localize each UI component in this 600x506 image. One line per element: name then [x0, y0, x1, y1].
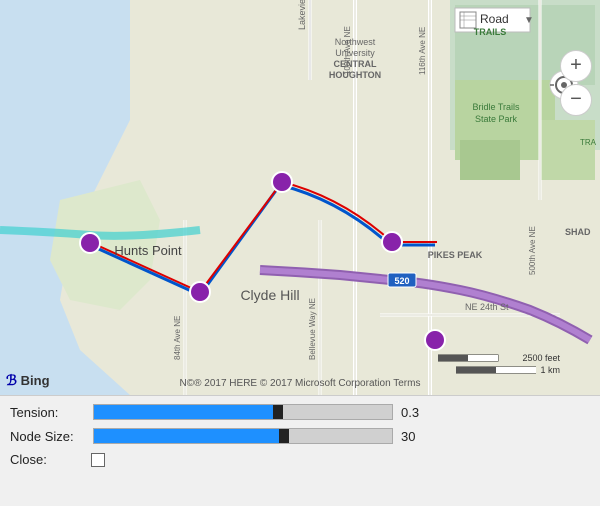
- node-size-label: Node Size:: [10, 429, 85, 444]
- svg-text:HOUGHTON: HOUGHTON: [329, 70, 381, 80]
- zoom-in-button[interactable]: +: [560, 50, 592, 82]
- svg-text:State Park: State Park: [475, 114, 518, 124]
- svg-text:TRAILS: TRAILS: [474, 27, 507, 37]
- svg-text:116th Ave NE: 116th Ave NE: [418, 27, 427, 75]
- svg-text:Clyde Hill: Clyde Hill: [240, 287, 299, 303]
- tension-value: 0.3: [401, 405, 436, 420]
- close-label: Close:: [10, 452, 85, 467]
- node-size-row: Node Size: 30: [10, 428, 590, 444]
- node-size-slider[interactable]: [93, 428, 393, 444]
- bing-logo: ℬ Bing: [6, 372, 50, 389]
- svg-text:Bridle Trails: Bridle Trails: [472, 102, 520, 112]
- svg-text:Road: Road: [480, 12, 509, 26]
- zoom-controls: + −: [560, 50, 592, 116]
- svg-text:520: 520: [394, 276, 409, 286]
- svg-text:Bellevue Way NE: Bellevue Way NE: [308, 298, 317, 360]
- svg-text:Lakeview Dr: Lakeview Dr: [297, 0, 307, 30]
- zoom-out-button[interactable]: −: [560, 84, 592, 116]
- svg-text:University: University: [335, 48, 375, 58]
- svg-text:500th Ave NE: 500th Ave NE: [528, 226, 537, 275]
- bing-label: Bing: [21, 373, 50, 388]
- scale-bar: 2500 feet 1 km: [438, 353, 560, 375]
- copyright-content: N©® 2017 HERE © 2017 Microsoft Corporati…: [180, 378, 421, 389]
- node-size-fill: [94, 429, 279, 443]
- copyright-text: N©® 2017 HERE © 2017 Microsoft Corporati…: [180, 378, 421, 389]
- tension-thumb[interactable]: [273, 405, 283, 419]
- scale-1km-label: 1 km: [540, 365, 560, 375]
- tension-remaining: [283, 405, 392, 419]
- svg-text:SHAD: SHAD: [565, 227, 591, 237]
- svg-text:TRA: TRA: [580, 138, 597, 147]
- close-checkbox[interactable]: [91, 453, 105, 467]
- svg-text:PIKES PEAK: PIKES PEAK: [428, 250, 483, 260]
- svg-text:Northwest: Northwest: [335, 37, 376, 47]
- svg-text:84th Ave NE: 84th Ave NE: [173, 316, 182, 360]
- map-container: 520 Road ▼ Lakeview Dr 108: [0, 0, 600, 395]
- svg-text:CENTRAL: CENTRAL: [334, 59, 377, 69]
- svg-text:NE 24th St: NE 24th St: [465, 302, 509, 312]
- tension-label: Tension:: [10, 405, 85, 420]
- svg-text:▼: ▼: [524, 15, 534, 26]
- node-size-remaining: [289, 429, 392, 443]
- node-size-value: 30: [401, 429, 436, 444]
- tension-fill: [94, 405, 273, 419]
- scale-2500-label: 2500 feet: [522, 353, 560, 363]
- close-row: Close:: [10, 452, 590, 467]
- tension-slider[interactable]: [93, 404, 393, 420]
- tension-row: Tension: 0.3: [10, 404, 590, 420]
- svg-text:Hunts Point: Hunts Point: [114, 243, 182, 258]
- controls-panel: Tension: 0.3 Node Size: 30 Close:: [0, 395, 600, 506]
- node-size-thumb[interactable]: [279, 429, 289, 443]
